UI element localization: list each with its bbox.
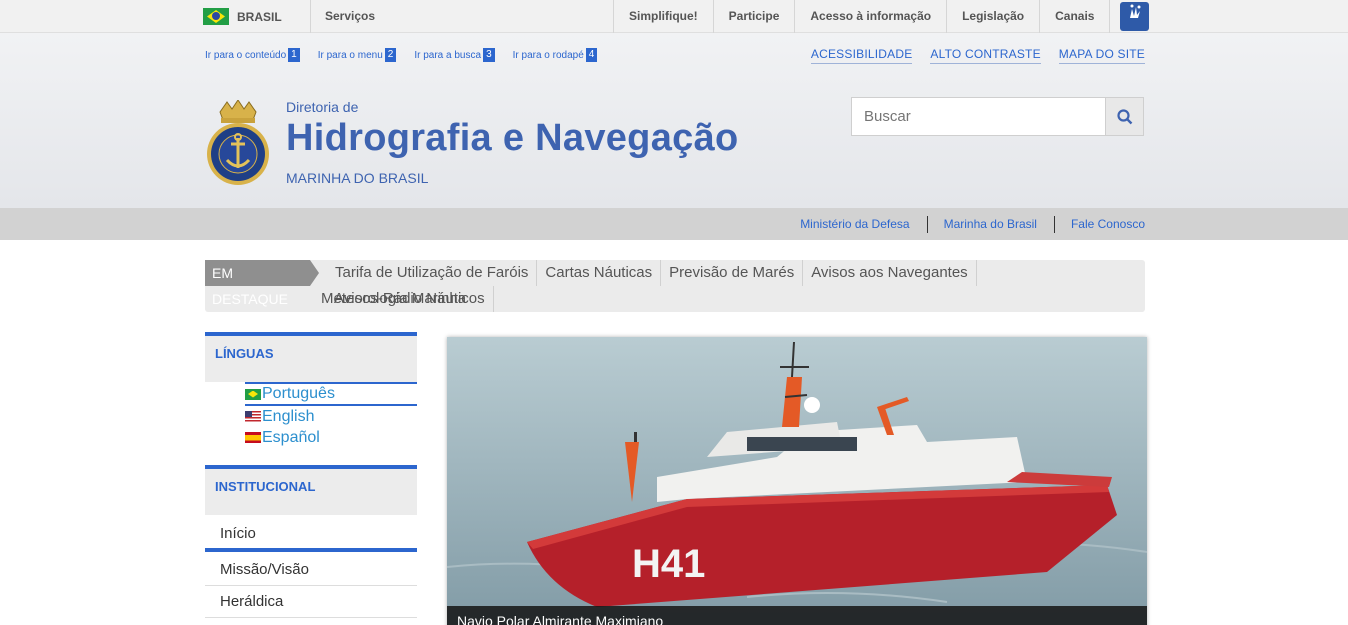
- skip-link-number: 1: [288, 48, 300, 62]
- brazil-flag-icon: [203, 8, 229, 25]
- brasil-label: BRASIL: [237, 9, 282, 24]
- usa-flag-icon: [245, 411, 261, 422]
- highlight-link[interactable]: Previsão de Marés: [661, 260, 804, 286]
- search-input[interactable]: [852, 98, 1105, 135]
- service-links: Ministério da Defesa Marinha do Brasil F…: [784, 208, 1145, 240]
- gov-link-acesso-informacao[interactable]: Acesso à informação: [794, 0, 946, 33]
- language-portugues[interactable]: Português: [245, 382, 417, 406]
- highlight-link[interactable]: Cartas Náuticas: [537, 260, 662, 286]
- skip-link-label: Ir para o menu: [317, 49, 383, 61]
- skip-links: Ir para o conteúdo 1 Ir para o menu 2 Ir p…: [205, 48, 615, 62]
- search-box: [851, 97, 1144, 136]
- ministerio-defesa-link[interactable]: Ministério da Defesa: [784, 217, 909, 231]
- sidebar-item-heraldica[interactable]: Heráldica: [205, 586, 417, 618]
- highlight-link[interactable]: Tarifa de Utilização de Faróis: [326, 260, 538, 286]
- carousel-caption[interactable]: Navio Polar Almirante Maximiano: [447, 606, 1147, 625]
- brazil-flag-icon: [245, 388, 261, 400]
- site-subtitle: MARINHA DO BRASIL: [286, 170, 429, 186]
- skip-link-number: 2: [384, 48, 397, 62]
- skip-link-number: 4: [585, 48, 598, 62]
- featured-carousel[interactable]: H41 Navio Polar Almirante Maximiano: [447, 337, 1147, 625]
- hull-number: H41: [632, 542, 705, 586]
- skip-link-label: Ir para o rodapé: [512, 49, 584, 61]
- accessibility-links: ACESSIBILIDADE ALTO CONTRASTE MAPA DO SI…: [793, 47, 1145, 64]
- gov-links: Simplifique! Participe Acesso à informaç…: [613, 0, 1111, 33]
- languages-heading: LÍNGUAS: [205, 332, 417, 382]
- language-label: Português: [262, 385, 335, 402]
- gov-link-canais[interactable]: Canais: [1039, 0, 1111, 33]
- institucional-heading: INSTITUCIONAL: [205, 465, 417, 515]
- sign-language-icon[interactable]: [1120, 2, 1149, 31]
- ship-photo: H41: [447, 337, 1147, 625]
- gov-link-simplifique[interactable]: Simplifique!: [613, 0, 713, 33]
- skip-link-search[interactable]: Ir para a busca 3: [414, 48, 495, 62]
- service-bar: Ministério da Defesa Marinha do Brasil F…: [0, 208, 1348, 240]
- site-title[interactable]: Hidrografia e Navegação: [286, 117, 739, 160]
- site-title-prefix: Diretoria de: [286, 99, 359, 115]
- language-espanol[interactable]: Español: [245, 427, 417, 448]
- highlights-items: Tarifa de Utilização de Faróis Cartas Ná…: [321, 260, 1136, 312]
- language-list: Português English Español: [245, 382, 417, 448]
- highlights-tag: EM DESTAQUE: [205, 260, 319, 307]
- divider: [310, 0, 311, 33]
- skip-link-label: Ir para a busca: [414, 49, 482, 61]
- brasil-link[interactable]: BRASIL: [203, 0, 282, 33]
- gov-link-legislacao[interactable]: Legislação: [946, 0, 1039, 33]
- highlight-link[interactable]: Meteorologia Marinha: [313, 286, 474, 312]
- language-label: Español: [262, 428, 320, 446]
- highlights-bar: EM DESTAQUE Tarifa de Utilização de Faró…: [205, 260, 1145, 312]
- language-english[interactable]: English: [245, 406, 417, 427]
- gov-link-participe[interactable]: Participe: [712, 0, 795, 33]
- government-bar: BRASIL Serviços Simplifique! Participe A…: [0, 0, 1348, 33]
- spain-flag-icon: [245, 432, 261, 443]
- sidebar-item-inicio[interactable]: Início: [205, 515, 417, 552]
- navy-emblem-logo[interactable]: [205, 99, 271, 190]
- accessibility-link[interactable]: ACESSIBILIDADE: [810, 47, 913, 64]
- sidebar-item-missao-visao[interactable]: Missão/Visão: [205, 552, 417, 586]
- search-icon: [1116, 108, 1132, 124]
- site-map-link[interactable]: MAPA DO SITE: [1058, 47, 1145, 64]
- skip-link-menu[interactable]: Ir para o menu 2: [318, 48, 397, 62]
- servicos-link[interactable]: Serviços: [325, 0, 375, 33]
- high-contrast-link[interactable]: ALTO CONTRASTE: [930, 47, 1041, 64]
- skip-link-label: Ir para o conteúdo: [205, 49, 287, 61]
- highlight-link[interactable]: Avisos aos Navegantes: [803, 260, 977, 286]
- skip-link-footer[interactable]: Ir para o rodapé 4: [513, 48, 598, 62]
- skip-link-number: 3: [483, 48, 495, 62]
- site-header: Ir para o conteúdo 1 Ir para o menu 2 Ir p…: [0, 33, 1348, 208]
- search-button[interactable]: [1105, 98, 1143, 135]
- skip-link-content[interactable]: Ir para o conteúdo 1: [205, 48, 300, 62]
- fale-conosco-link[interactable]: Fale Conosco: [1055, 217, 1145, 231]
- marinha-brasil-link[interactable]: Marinha do Brasil: [928, 217, 1037, 231]
- language-label: English: [262, 407, 315, 425]
